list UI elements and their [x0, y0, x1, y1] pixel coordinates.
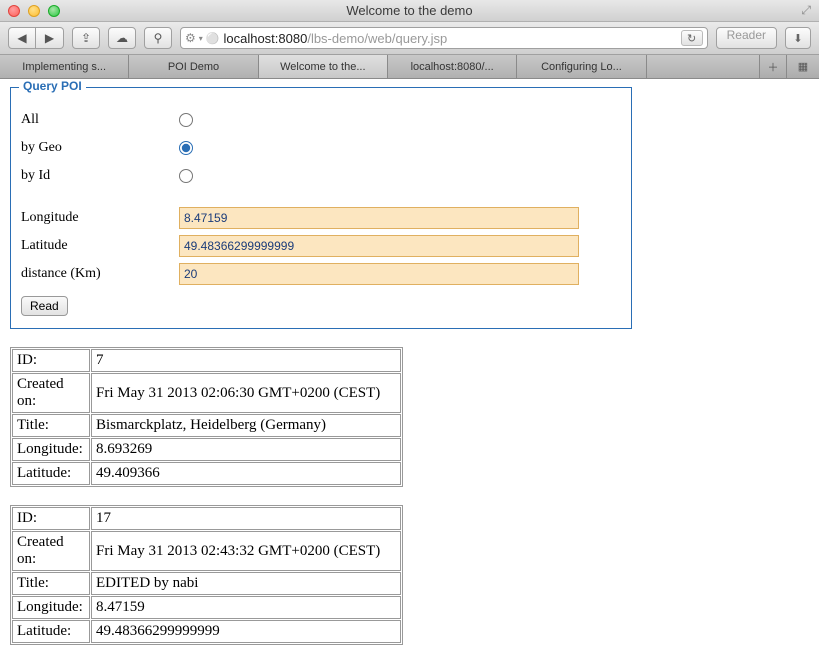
table-row: Longitude:8.47159 [12, 596, 401, 619]
traffic-lights [8, 5, 60, 17]
radio-bygeo[interactable] [179, 141, 193, 155]
tab-4[interactable]: Configuring Lo... [517, 55, 646, 78]
longitude-value: 8.47159 [91, 596, 401, 619]
latitude-label: Latitude [21, 238, 179, 254]
forward-button[interactable]: ▶ [36, 27, 64, 49]
table-row: Created on:Fri May 31 2013 02:43:32 GMT+… [12, 531, 401, 571]
created-label: Created on: [12, 373, 90, 413]
distance-label: distance (Km) [21, 266, 179, 282]
query-poi-fieldset: Query POI All by Geo by Id Longitude Lat… [10, 87, 632, 329]
fieldset-legend: Query POI [19, 79, 86, 93]
created-label: Created on: [12, 531, 90, 571]
title-value: Bismarckplatz, Heidelberg (Germany) [91, 414, 401, 437]
all-tabs-button[interactable]: ▦ [787, 55, 819, 78]
window-titlebar: Welcome to the demo ⤢ [0, 0, 819, 22]
title-label: Title: [12, 572, 90, 595]
gear-icon[interactable]: ⚙ [185, 31, 196, 45]
table-row: Latitude:49.48366299999999 [12, 620, 401, 643]
longitude-value: 8.693269 [91, 438, 401, 461]
latitude-value: 49.409366 [91, 462, 401, 485]
url-bar[interactable]: ⚙ ▾ ⚪ localhost:8080/lbs-demo/web/query.… [180, 27, 708, 49]
tab-2[interactable]: Welcome to the... [259, 55, 388, 78]
radio-bygeo-label: by Geo [21, 140, 179, 156]
reload-button[interactable]: ↻ [681, 30, 703, 46]
url-host: localhost:8080 [223, 31, 307, 46]
latitude-label: Latitude: [12, 620, 90, 643]
browser-toolbar: ◀ ▶ ⇪ ☁ ⚲ ⚙ ▾ ⚪ localhost:8080/lbs-demo/… [0, 22, 819, 55]
radio-byid-label: by Id [21, 168, 179, 184]
longitude-input[interactable] [179, 207, 579, 229]
downloads-button[interactable]: ⬇ [785, 27, 811, 49]
created-value: Fri May 31 2013 02:43:32 GMT+0200 (CEST) [91, 531, 401, 571]
longitude-label: Longitude: [12, 438, 90, 461]
zoom-window-button[interactable] [48, 5, 60, 17]
share-button[interactable]: ⇪ [72, 27, 100, 49]
id-label: ID: [12, 349, 90, 372]
back-button[interactable]: ◀ [8, 27, 36, 49]
chevron-down-icon[interactable]: ▾ [199, 34, 203, 43]
latitude-value: 49.48366299999999 [91, 620, 401, 643]
resize-icon: ⤢ [801, 3, 811, 18]
table-row: ID:7 [12, 349, 401, 372]
minimize-window-button[interactable] [28, 5, 40, 17]
radio-all[interactable] [179, 113, 193, 127]
close-window-button[interactable] [8, 5, 20, 17]
longitude-label: Longitude [21, 210, 179, 226]
title-label: Title: [12, 414, 90, 437]
title-value: EDITED by nabi [91, 572, 401, 595]
result-table-0: ID:7 Created on:Fri May 31 2013 02:06:30… [10, 347, 403, 487]
key-button[interactable]: ⚲ [144, 27, 172, 49]
cloud-button[interactable]: ☁ [108, 27, 136, 49]
result-table-1: ID:17 Created on:Fri May 31 2013 02:43:3… [10, 505, 403, 645]
latitude-label: Latitude: [12, 462, 90, 485]
distance-input[interactable] [179, 263, 579, 285]
url-text: localhost:8080/lbs-demo/web/query.jsp [223, 31, 447, 46]
tab-1[interactable]: POI Demo [129, 55, 258, 78]
reader-button[interactable]: Reader [716, 27, 777, 49]
table-row: Longitude:8.693269 [12, 438, 401, 461]
latitude-input[interactable] [179, 235, 579, 257]
tab-3[interactable]: localhost:8080/... [388, 55, 517, 78]
tab-strip: Implementing s... POI Demo Welcome to th… [0, 55, 819, 79]
longitude-label: Longitude: [12, 596, 90, 619]
table-row: Latitude:49.409366 [12, 462, 401, 485]
table-row: Title:Bismarckplatz, Heidelberg (Germany… [12, 414, 401, 437]
table-row: ID:17 [12, 507, 401, 530]
id-value: 17 [91, 507, 401, 530]
url-path: /lbs-demo/web/query.jsp [307, 31, 447, 46]
radio-byid[interactable] [179, 169, 193, 183]
read-button[interactable]: Read [21, 296, 68, 316]
site-icon: ⚪ [206, 32, 220, 45]
table-row: Created on:Fri May 31 2013 02:06:30 GMT+… [12, 373, 401, 413]
new-tab-button[interactable]: ＋ [759, 55, 787, 78]
page-content: Query POI All by Geo by Id Longitude Lat… [0, 79, 819, 671]
tab-0[interactable]: Implementing s... [0, 55, 129, 78]
radio-all-label: All [21, 112, 179, 128]
created-value: Fri May 31 2013 02:06:30 GMT+0200 (CEST) [91, 373, 401, 413]
table-row: Title:EDITED by nabi [12, 572, 401, 595]
id-label: ID: [12, 507, 90, 530]
window-title: Welcome to the demo [346, 3, 472, 18]
id-value: 7 [91, 349, 401, 372]
